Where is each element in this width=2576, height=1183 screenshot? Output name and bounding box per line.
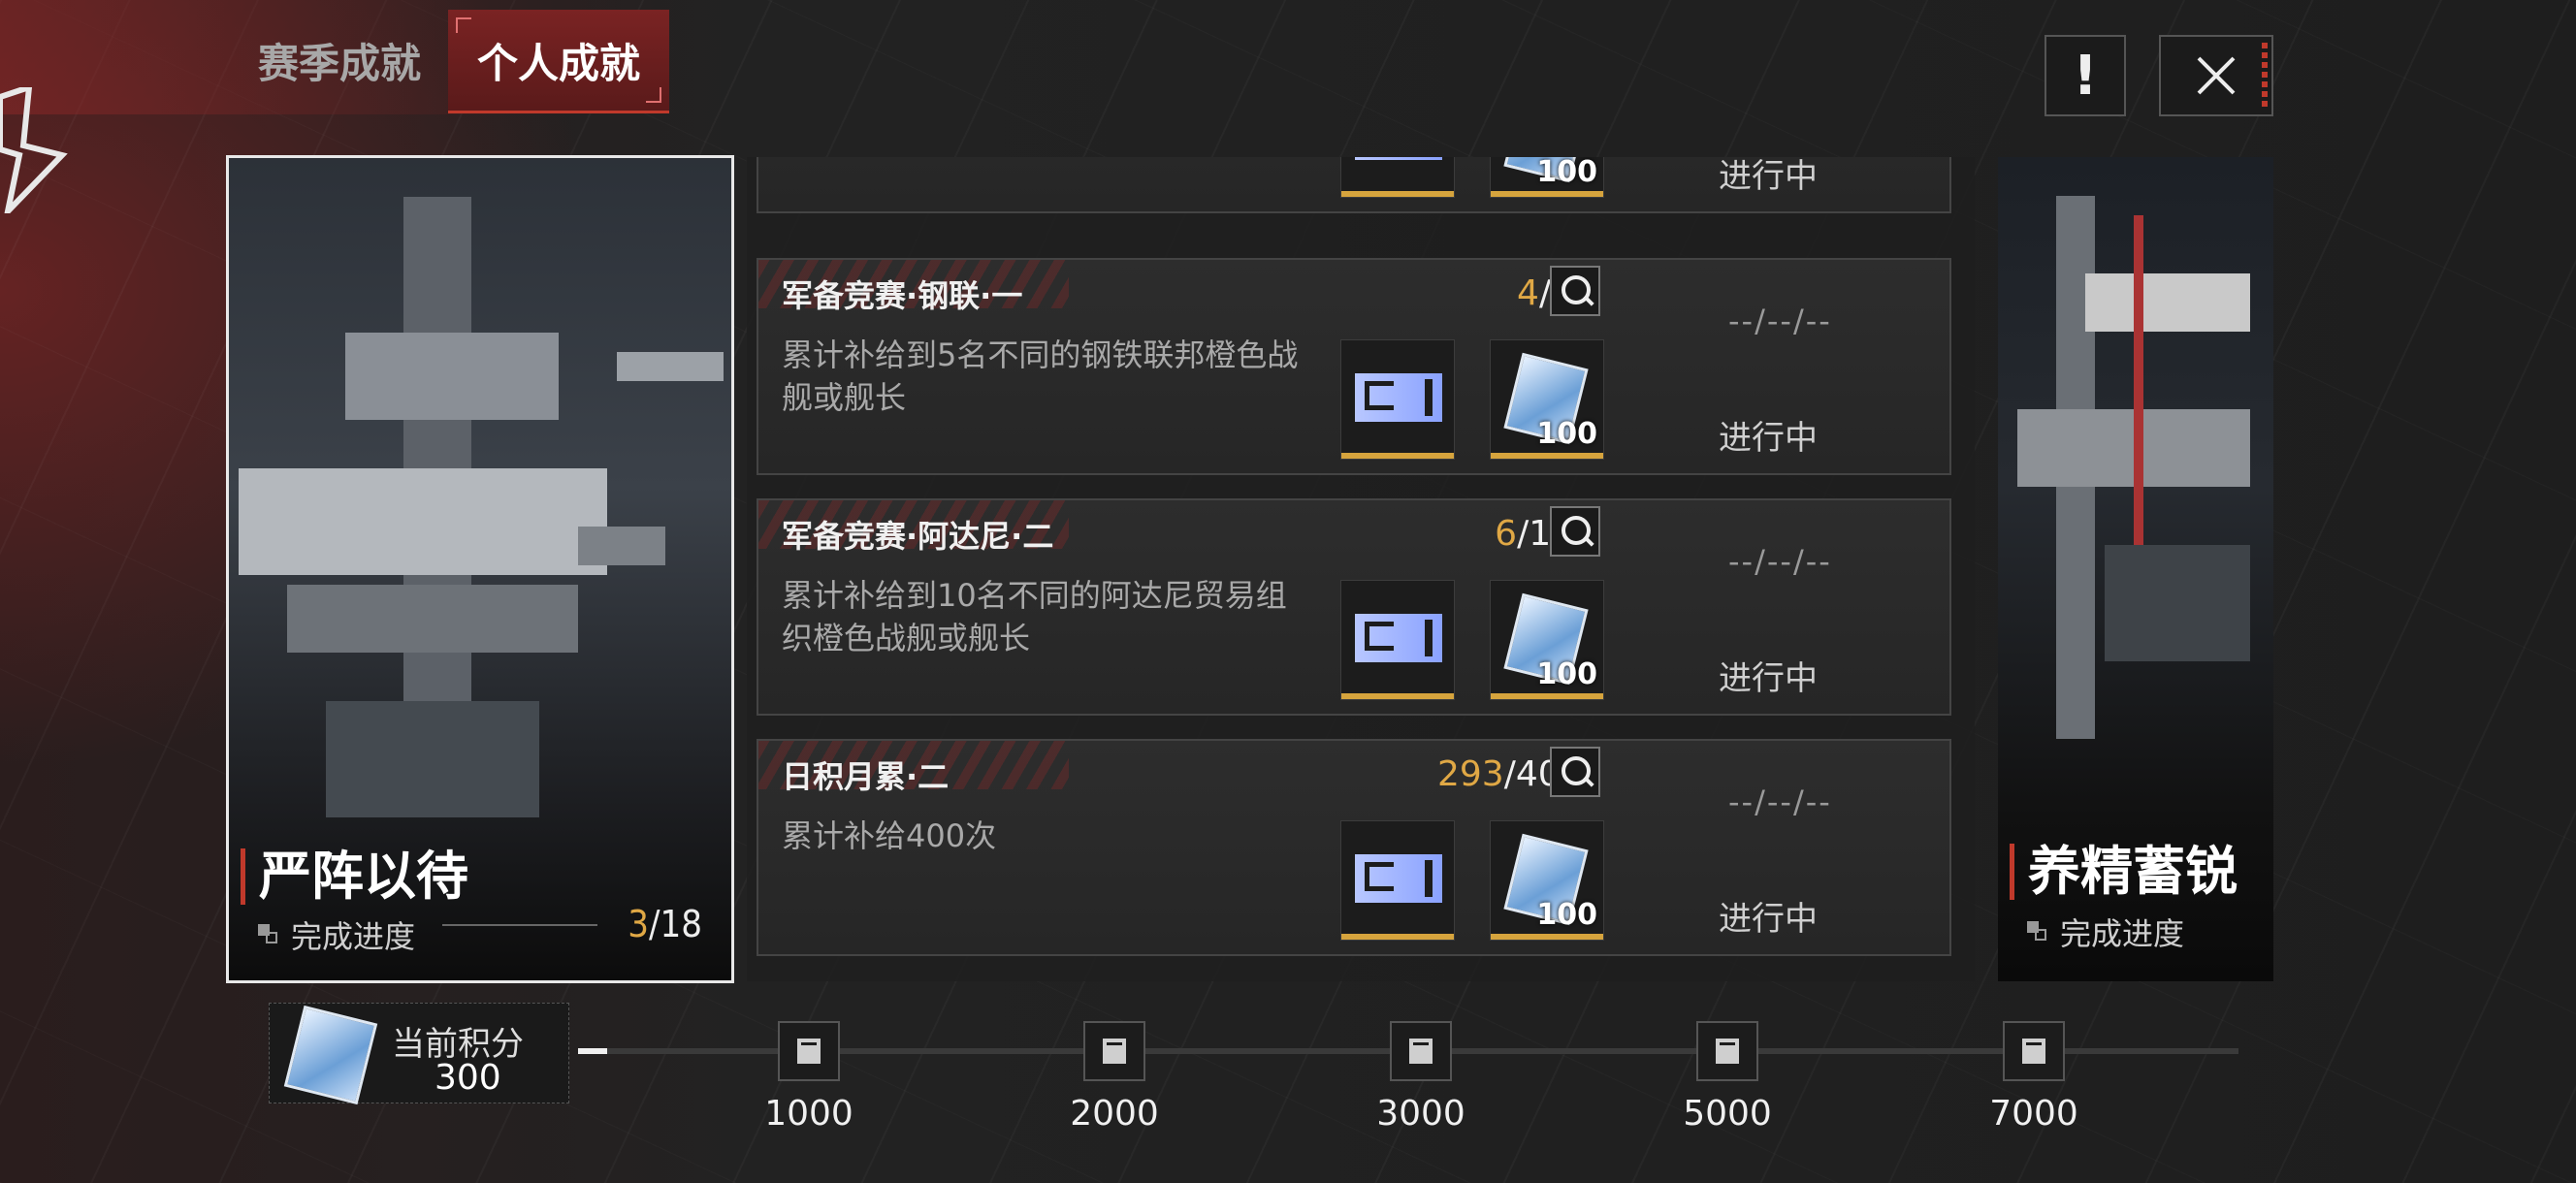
reward-bar <box>1491 934 1603 940</box>
item-status: 进行中 <box>1719 157 1818 196</box>
tab-personal-achievements[interactable]: 个人成就 <box>448 10 669 113</box>
item-title: 日积月累·二 <box>782 758 950 795</box>
progress-current: 293 <box>1437 754 1504 794</box>
info-button[interactable]: ! <box>2045 35 2126 116</box>
reward-ticket[interactable] <box>1340 580 1455 700</box>
item-description: 累计补给到10名不同的阿达尼贸易组织橙色战舰或舰长 <box>782 577 1287 656</box>
progress-current: 3 <box>628 903 649 945</box>
reward-ticket[interactable] <box>1340 820 1455 941</box>
card-subtitle: 完成进度 <box>2027 910 2184 954</box>
reward-quantity: 100 <box>1536 157 1597 189</box>
reward-bar <box>1491 693 1603 699</box>
milestone-reward[interactable] <box>2003 1021 2065 1081</box>
ticket-mark <box>1365 622 1394 651</box>
milestone-label: 7000 <box>1989 1094 2078 1134</box>
milestone-reward[interactable] <box>1696 1021 1758 1081</box>
milestone-reward[interactable] <box>1083 1021 1145 1081</box>
milestone-label: 5000 <box>1683 1094 1772 1134</box>
crate-icon <box>1716 1039 1739 1064</box>
reward-bar <box>1491 191 1603 197</box>
reward-bar <box>1341 191 1454 197</box>
crate-icon <box>1409 1039 1433 1064</box>
card-title: 严阵以待 <box>241 848 468 905</box>
reward-bar <box>1341 934 1454 940</box>
item-date: --/--/-- <box>1728 303 1832 339</box>
reward-ticket[interactable] <box>1340 157 1455 198</box>
crate-icon <box>1103 1039 1126 1064</box>
reward-quantity: 100 <box>1536 657 1597 691</box>
ticket-mark <box>1365 381 1394 410</box>
close-button[interactable] <box>2159 35 2273 116</box>
reward-ticket[interactable] <box>1340 339 1455 460</box>
reward-bar <box>1341 693 1454 699</box>
item-date: --/--/-- <box>1728 543 1832 580</box>
card-title: 养精蓄锐 <box>2010 844 2238 900</box>
info-icon: ! <box>2073 44 2098 108</box>
tab-season-achievements[interactable]: 赛季成就 <box>242 10 436 111</box>
reward-bar <box>1491 453 1603 459</box>
progress-icon <box>2027 921 2048 943</box>
score-progress-fill <box>578 1048 607 1054</box>
ticket-icon <box>1355 157 1442 160</box>
reward-bar <box>1341 453 1454 459</box>
item-description: 累计补给到5名不同的钢铁联邦橙色战舰或舰长 <box>782 336 1299 416</box>
item-status: 进行中 <box>1719 900 1818 939</box>
card-subtitle: 完成进度 <box>258 912 415 957</box>
item-title: 军备竞赛·阿达尼·二 <box>782 518 1054 555</box>
crate-icon <box>2022 1039 2045 1064</box>
search-button[interactable] <box>1550 747 1600 797</box>
reward-crystal[interactable]: 100 <box>1490 339 1604 460</box>
card-subtitle-label: 完成进度 <box>2060 915 2185 952</box>
achievement-card-right[interactable]: 养精蓄锐 完成进度 <box>1998 157 2273 981</box>
reward-crystal[interactable]: 100 <box>1490 580 1604 700</box>
card-progress: 3/18 <box>628 903 702 945</box>
close-button-stripe <box>2262 43 2268 107</box>
item-title: 军备竞赛·钢联·一 <box>782 277 1023 314</box>
progress-total: /18 <box>648 903 702 945</box>
logo-mark-icon <box>0 87 68 213</box>
progress-current: 4 <box>1517 273 1539 313</box>
item-status: 进行中 <box>1719 419 1818 458</box>
progress-icon <box>258 924 279 945</box>
search-button[interactable] <box>1550 266 1600 316</box>
achievement-list[interactable]: 100 进行中 军备竞赛·钢联·一 4/5 累计补给到5名不同的钢铁联邦橙色战舰… <box>747 157 1975 981</box>
item-status: 进行中 <box>1719 659 1818 698</box>
top-bar: 赛季成就 个人成就 ! <box>0 0 2576 116</box>
item-description: 累计补给400次 <box>782 817 997 854</box>
milestone-reward[interactable] <box>778 1021 840 1081</box>
divider <box>442 924 597 926</box>
milestone-label: 3000 <box>1376 1094 1465 1134</box>
item-date: --/--/-- <box>1728 783 1832 820</box>
card-subtitle-label: 完成进度 <box>291 918 416 955</box>
achievement-card-left[interactable]: 严阵以待 完成进度 3/18 <box>226 155 734 983</box>
milestone-label: 1000 <box>764 1094 853 1134</box>
list-item: 日积月累·二 293/400 累计补给400次 100 --/--/-- 进行中 <box>757 739 1951 956</box>
search-button[interactable] <box>1550 506 1600 557</box>
reward-quantity: 100 <box>1536 898 1597 932</box>
list-item: 100 进行中 <box>757 157 1951 213</box>
list-item: 军备竞赛·钢联·一 4/5 累计补给到5名不同的钢铁联邦橙色战舰或舰长 100 … <box>757 258 1951 475</box>
score-value: 300 <box>435 1058 501 1098</box>
reward-crystal[interactable]: 100 <box>1490 820 1604 941</box>
reward-quantity: 100 <box>1536 417 1597 451</box>
list-item: 军备竞赛·阿达尼·二 6/10 累计补给到10名不同的阿达尼贸易组织橙色战舰或舰… <box>757 498 1951 716</box>
ticket-mark <box>1365 862 1394 891</box>
reward-crystal[interactable]: 100 <box>1490 157 1604 198</box>
milestone-reward[interactable] <box>1390 1021 1452 1081</box>
milestone-label: 2000 <box>1070 1094 1159 1134</box>
crystal-icon <box>283 1005 378 1105</box>
crate-icon <box>797 1039 821 1064</box>
current-score-box: 当前积分 300 <box>269 1003 569 1105</box>
progress-current: 6 <box>1495 514 1518 554</box>
close-icon <box>2197 56 2236 95</box>
